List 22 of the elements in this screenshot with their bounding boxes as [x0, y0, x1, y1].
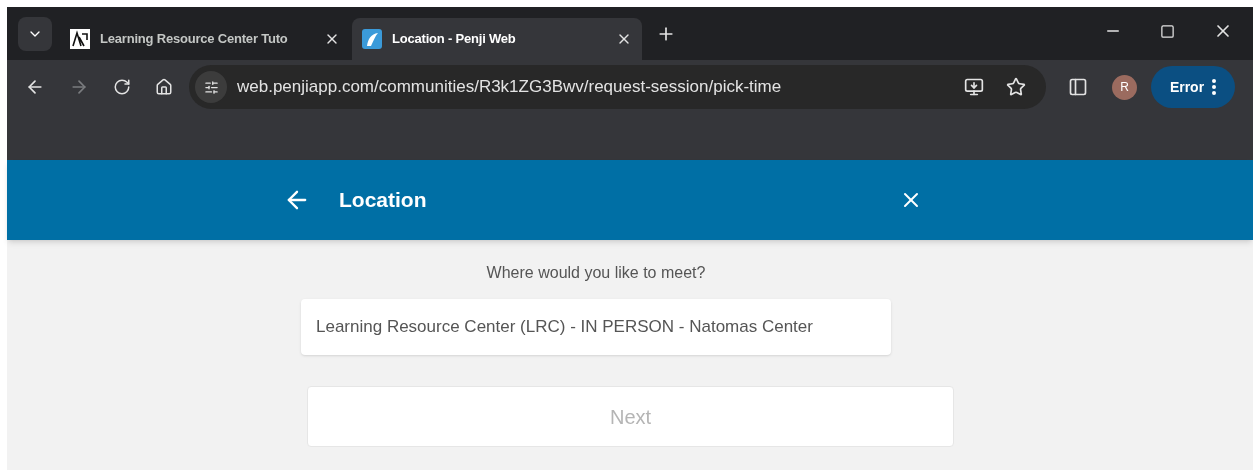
tab-title: Learning Resource Center Tuto — [100, 30, 289, 49]
browser-tab[interactable]: Location - Penji Web — [352, 18, 642, 60]
tab-title: Location - Penji Web — [392, 30, 517, 49]
tab-search-button[interactable] — [18, 17, 52, 51]
side-panel-icon[interactable] — [1068, 77, 1088, 97]
bookmark-star-icon[interactable] — [1006, 77, 1026, 97]
home-icon[interactable] — [155, 78, 173, 96]
library-logo-icon — [70, 29, 90, 49]
browser-tab[interactable]: Learning Resource Center Tuto — [60, 18, 350, 60]
address-bar[interactable]: web.penjiapp.com/communities/R3k1ZG3Bwv/request-session/pick-time — [189, 65, 1046, 109]
bird-logo-icon — [362, 29, 382, 49]
question-text: Where would you like to meet? — [485, 263, 707, 283]
profile-avatar[interactable]: R — [1112, 74, 1137, 100]
location-field[interactable]: Learning Resource Center (LRC) - IN PERSON - Natomas Center — [301, 299, 891, 355]
error-button[interactable]: Error — [1151, 66, 1235, 108]
install-app-icon[interactable] — [964, 77, 984, 97]
more-icon — [1212, 79, 1217, 95]
reload-icon[interactable] — [113, 78, 131, 96]
url-text: web.penjiapp.com/communities/R3k1ZG3Bwv/request-session/pick-time — [237, 76, 783, 99]
site-settings-icon[interactable] — [195, 71, 227, 103]
page-title: Location — [339, 187, 428, 214]
maximize-icon[interactable] — [1160, 23, 1175, 39]
